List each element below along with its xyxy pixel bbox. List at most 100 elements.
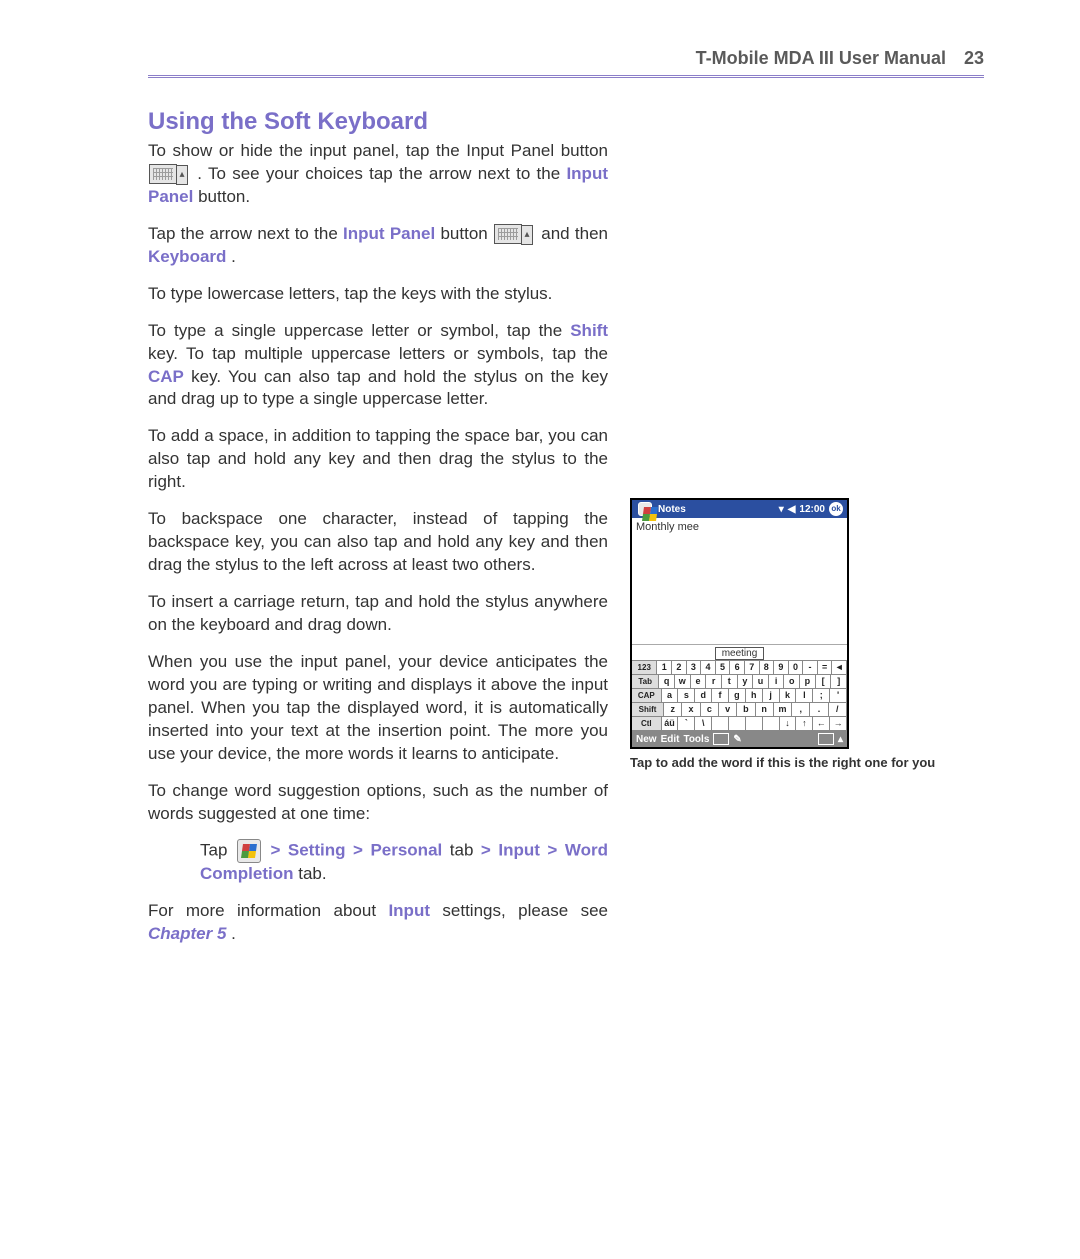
kbd-key[interactable]: 0 [789,661,804,675]
para-1: To show or hide the input panel, tap the… [148,140,608,209]
phone-bottombar: New Edit Tools ✎ ▴ [632,731,847,747]
kbd-key[interactable]: ↓ [780,717,797,731]
pen-icon[interactable]: ✎ [733,734,741,745]
kbd-key[interactable]: = [818,661,833,675]
start-flag-icon-small [638,502,652,516]
path-setting: Setting [288,841,346,860]
kbd-key[interactable]: ↑ [796,717,813,731]
kbd-key[interactable]: a [662,689,679,703]
para-8: When you use the input panel, your devic… [148,651,608,766]
start-flag-icon [237,839,261,863]
kbd-key[interactable]: 5 [716,661,731,675]
kbd-key[interactable]: j [763,689,780,703]
kbd-key[interactable]: 4 [701,661,716,675]
kbd-key[interactable]: s [678,689,695,703]
menu-edit[interactable]: Edit [661,734,680,745]
kw-input: Input [388,901,430,920]
soft-keyboard[interactable]: 1231234567890-=◄Tabqwertyuiop[]CAPasdfgh… [632,660,847,731]
kbd-key[interactable]: → [830,717,847,731]
kbd-key[interactable]: ; [813,689,830,703]
kbd-key[interactable]: 9 [774,661,789,675]
kbd-key[interactable]: w [675,675,691,689]
kbd-key[interactable]: q [659,675,675,689]
para-6: To backspace one character, instead of t… [148,508,608,577]
main-column: Using the Soft Keyboard To show or hide … [148,108,608,960]
kbd-key[interactable]: z [664,703,682,717]
kbd-key[interactable]: c [701,703,719,717]
kbd-key[interactable]: áü [662,717,679,731]
page-header: T-Mobile MDA III User Manual 23 [148,48,984,69]
note-body[interactable]: Monthly mee [632,518,847,645]
kbd-key[interactable]: . [810,703,828,717]
kbd-key[interactable]: k [780,689,797,703]
kbd-key[interactable]: / [829,703,847,717]
kbd-key[interactable]: o [784,675,800,689]
kbd-key[interactable]: Tab [632,675,659,689]
phone-app-name: Notes [658,504,686,515]
kbd-key[interactable]: ] [831,675,847,689]
kbd-toggle-icon[interactable] [818,733,834,745]
kbd-key[interactable]: p [800,675,816,689]
kbd-key[interactable]: f [712,689,729,703]
kbd-key[interactable]: 3 [687,661,702,675]
kbd-key[interactable]: g [729,689,746,703]
kbd-key[interactable]: , [792,703,810,717]
kbd-key[interactable]: v [719,703,737,717]
kbd-key[interactable]: CAP [632,689,662,703]
kbd-key[interactable]: t [722,675,738,689]
kbd-key[interactable] [712,717,729,731]
typed-text: Monthly mee [636,521,699,533]
kbd-key[interactable]: 8 [760,661,775,675]
kbd-key[interactable]: h [746,689,763,703]
path-input: Input [498,841,540,860]
kbd-key[interactable]: [ [816,675,832,689]
kbd-key[interactable]: ' [830,689,847,703]
sip-icon[interactable] [713,733,729,745]
menu-new[interactable]: New [636,734,657,745]
kbd-key[interactable]: y [738,675,754,689]
kbd-key[interactable] [763,717,780,731]
kbd-key[interactable]: \ [695,717,712,731]
kbd-key[interactable]: ` [678,717,695,731]
kbd-key[interactable] [729,717,746,731]
para-4: To type a single uppercase letter or sym… [148,320,608,412]
speaker-icon: ◀ [788,504,796,515]
para-7: To insert a carriage return, tap and hol… [148,591,608,637]
kbd-key[interactable]: ◄ [832,661,847,675]
kbd-key[interactable]: x [682,703,700,717]
tap-path: Tap > Setting > Personal tab > Input > W… [148,839,608,886]
input-panel-icon [149,164,177,184]
kbd-key[interactable] [746,717,763,731]
kbd-key[interactable]: n [756,703,774,717]
kbd-key[interactable]: d [695,689,712,703]
kbd-key[interactable]: 1 [657,661,672,675]
kbd-key[interactable]: b [737,703,755,717]
kbd-key[interactable]: i [769,675,785,689]
section-title: Using the Soft Keyboard [148,108,608,136]
kbd-key[interactable]: 2 [672,661,687,675]
kbd-key[interactable]: m [774,703,792,717]
word-suggestion[interactable]: meeting [715,647,765,660]
kbd-key[interactable]: Ctl [632,717,662,731]
kbd-key[interactable]: - [803,661,818,675]
phone-time: 12:00 [799,504,825,515]
ok-button[interactable]: ok [829,502,843,516]
up-arrow-icon[interactable]: ▴ [838,734,843,745]
menu-tools[interactable]: Tools [683,734,709,745]
page-number: 23 [964,48,984,69]
kbd-key[interactable]: u [753,675,769,689]
path-personal: Personal [370,841,442,860]
kbd-key[interactable]: 123 [632,661,657,675]
signal-icon: ▾ [779,504,784,515]
chapter-ref: Chapter 5 [148,924,226,943]
para-9: To change word suggestion options, such … [148,780,608,826]
kbd-key[interactable]: r [706,675,722,689]
side-column: Notes ▾ ◀ 12:00 ok Monthly mee meeting 1… [630,108,984,960]
kbd-key[interactable]: l [796,689,813,703]
kbd-key[interactable]: Shift [632,703,664,717]
kbd-key[interactable]: ← [813,717,830,731]
kbd-key[interactable]: 6 [730,661,745,675]
kbd-key[interactable]: e [691,675,707,689]
kbd-key[interactable]: 7 [745,661,760,675]
kw-input-panel-2: Input Panel [343,224,435,243]
